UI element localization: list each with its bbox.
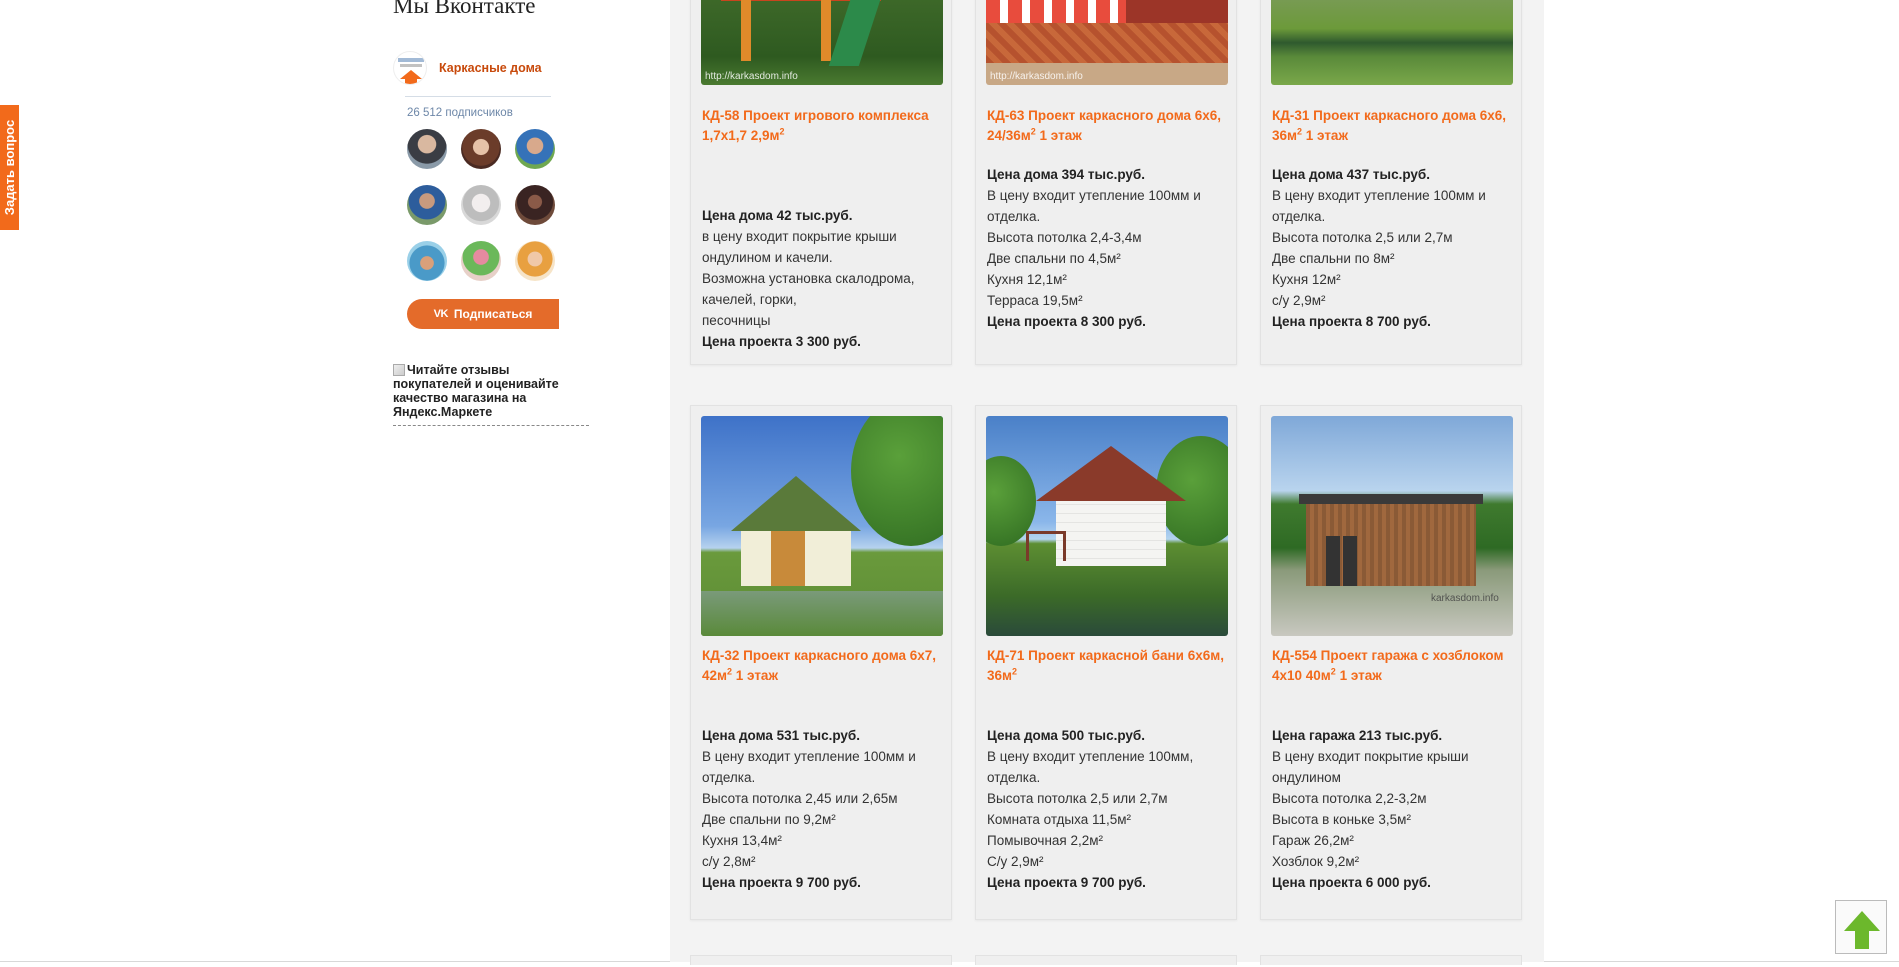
image-watermark: http://karkasdom.info — [990, 71, 1083, 82]
image-watermark: karkasdom.info — [1431, 593, 1499, 604]
avatar[interactable] — [515, 185, 555, 225]
broken-image-icon — [393, 364, 405, 376]
product-card[interactable]: КД-71 Проект каркасной бани 6х6м, 36м2 Ц… — [975, 405, 1237, 920]
product-card-partial[interactable] — [1260, 955, 1522, 965]
product-card[interactable]: КД-32 Проект каркасного дома 6х7, 42м2 1… — [690, 405, 952, 920]
product-card-partial[interactable] — [690, 955, 952, 965]
house-price: Цена дома 42 тыс.руб. — [702, 208, 853, 223]
avatar[interactable] — [515, 129, 555, 169]
house-price: Цена дома 394 тыс.руб. — [987, 167, 1145, 182]
market-badge-text: Читайте отзывы покупателей и оценивайте … — [393, 363, 559, 419]
vk-subscribe-label: Подписаться — [453, 307, 533, 321]
vk-avatar-grid — [407, 129, 557, 281]
product-title[interactable]: КД-32 Проект каркасного дома 6х7, 42м2 1… — [702, 646, 942, 686]
product-info: Цена дома 531 тыс.руб. В цену входит уте… — [702, 725, 942, 893]
project-price: Цена проекта 3 300 руб. — [702, 334, 861, 349]
product-image[interactable] — [1271, 0, 1513, 85]
house-price: Цена дома 437 тыс.руб. — [1272, 167, 1430, 182]
product-image[interactable]: karkasdom.info — [1271, 416, 1513, 636]
project-price: Цена проекта 9 700 руб. — [702, 875, 861, 890]
house-price: Цена дома 531 тыс.руб. — [702, 728, 860, 743]
product-card[interactable]: КД-31 Проект каркасного дома 6х6, 36м2 1… — [1260, 0, 1522, 365]
vk-subscribe-button[interactable]: VK Подписаться — [407, 299, 559, 329]
avatar[interactable] — [407, 241, 447, 281]
avatar[interactable] — [515, 241, 555, 281]
product-title[interactable]: КД-71 Проект каркасной бани 6х6м, 36м2 — [987, 646, 1227, 686]
product-info: Цена дома 500 тыс.руб. В цену входит уте… — [987, 725, 1227, 893]
image-watermark: http://karkasdom.info — [705, 71, 798, 82]
product-title[interactable]: КД-554 Проект гаража с хозблоком 4х10 40… — [1272, 646, 1512, 686]
product-info: Цена дома 437 тыс.руб. В цену входит уте… — [1272, 164, 1512, 332]
vk-group-header[interactable]: Каркасные дома — [393, 48, 563, 88]
house-price: Цена гаража 213 тыс.руб. — [1272, 728, 1443, 743]
catalog-main: http://karkasdom.info КД-58 Проект игров… — [670, 0, 1544, 965]
project-price: Цена проекта 8 700 руб. — [1272, 314, 1431, 329]
project-price: Цена проекта 8 300 руб. — [987, 314, 1146, 329]
vk-divider — [405, 96, 551, 97]
avatar[interactable] — [461, 129, 501, 169]
yandex-market-badge[interactable]: Читайте отзывы покупателей и оценивайте … — [393, 363, 589, 426]
product-image[interactable] — [701, 416, 943, 636]
avatar[interactable] — [461, 185, 501, 225]
vk-widget: Каркасные дома 26 512 подписчиков VK Под… — [393, 48, 563, 329]
product-image[interactable]: http://karkasdom.info — [701, 0, 943, 85]
product-image[interactable]: http://karkasdom.info — [986, 0, 1228, 85]
product-card[interactable]: http://karkasdom.info КД-58 Проект игров… — [690, 0, 952, 365]
project-price: Цена проекта 9 700 руб. — [987, 875, 1146, 890]
product-info: Цена гаража 213 тыс.руб. В цену входит п… — [1272, 725, 1512, 893]
vk-subscriber-count[interactable]: 26 512 подписчиков — [407, 107, 563, 119]
product-card[interactable]: karkasdom.info КД-554 Проект гаража с хо… — [1260, 405, 1522, 920]
ask-question-tab[interactable]: Задать вопрос — [0, 105, 19, 230]
product-image[interactable] — [986, 416, 1228, 636]
vk-icon: VK — [433, 308, 449, 320]
scroll-to-top-button[interactable] — [1835, 900, 1887, 954]
avatar[interactable] — [461, 241, 501, 281]
product-card[interactable]: http://karkasdom.info КД-63 Проект карка… — [975, 0, 1237, 365]
product-title[interactable]: КД-63 Проект каркасного дома 6х6, 24/36м… — [987, 106, 1227, 146]
product-card-partial[interactable] — [975, 955, 1237, 965]
group-logo-icon[interactable] — [393, 51, 427, 85]
avatar[interactable] — [407, 185, 447, 225]
product-title[interactable]: КД-31 Проект каркасного дома 6х6, 36м2 1… — [1272, 106, 1512, 146]
ask-question-label: Задать вопрос — [2, 119, 18, 216]
product-info: Цена дома 394 тыс.руб. В цену входит уте… — [987, 164, 1227, 332]
product-title[interactable]: КД-58 Проект игрового комплекса 1,7х1,7 … — [702, 106, 942, 146]
product-info: Цена дома 42 тыс.руб. в цену входит покр… — [702, 205, 942, 352]
project-price: Цена проекта 6 000 руб. — [1272, 875, 1431, 890]
house-price: Цена дома 500 тыс.руб. — [987, 728, 1145, 743]
vk-widget-title: Мы Вконтакте — [393, 0, 536, 18]
avatar[interactable] — [407, 129, 447, 169]
vk-group-name[interactable]: Каркасные дома — [439, 61, 542, 75]
badge-underline — [393, 425, 589, 426]
